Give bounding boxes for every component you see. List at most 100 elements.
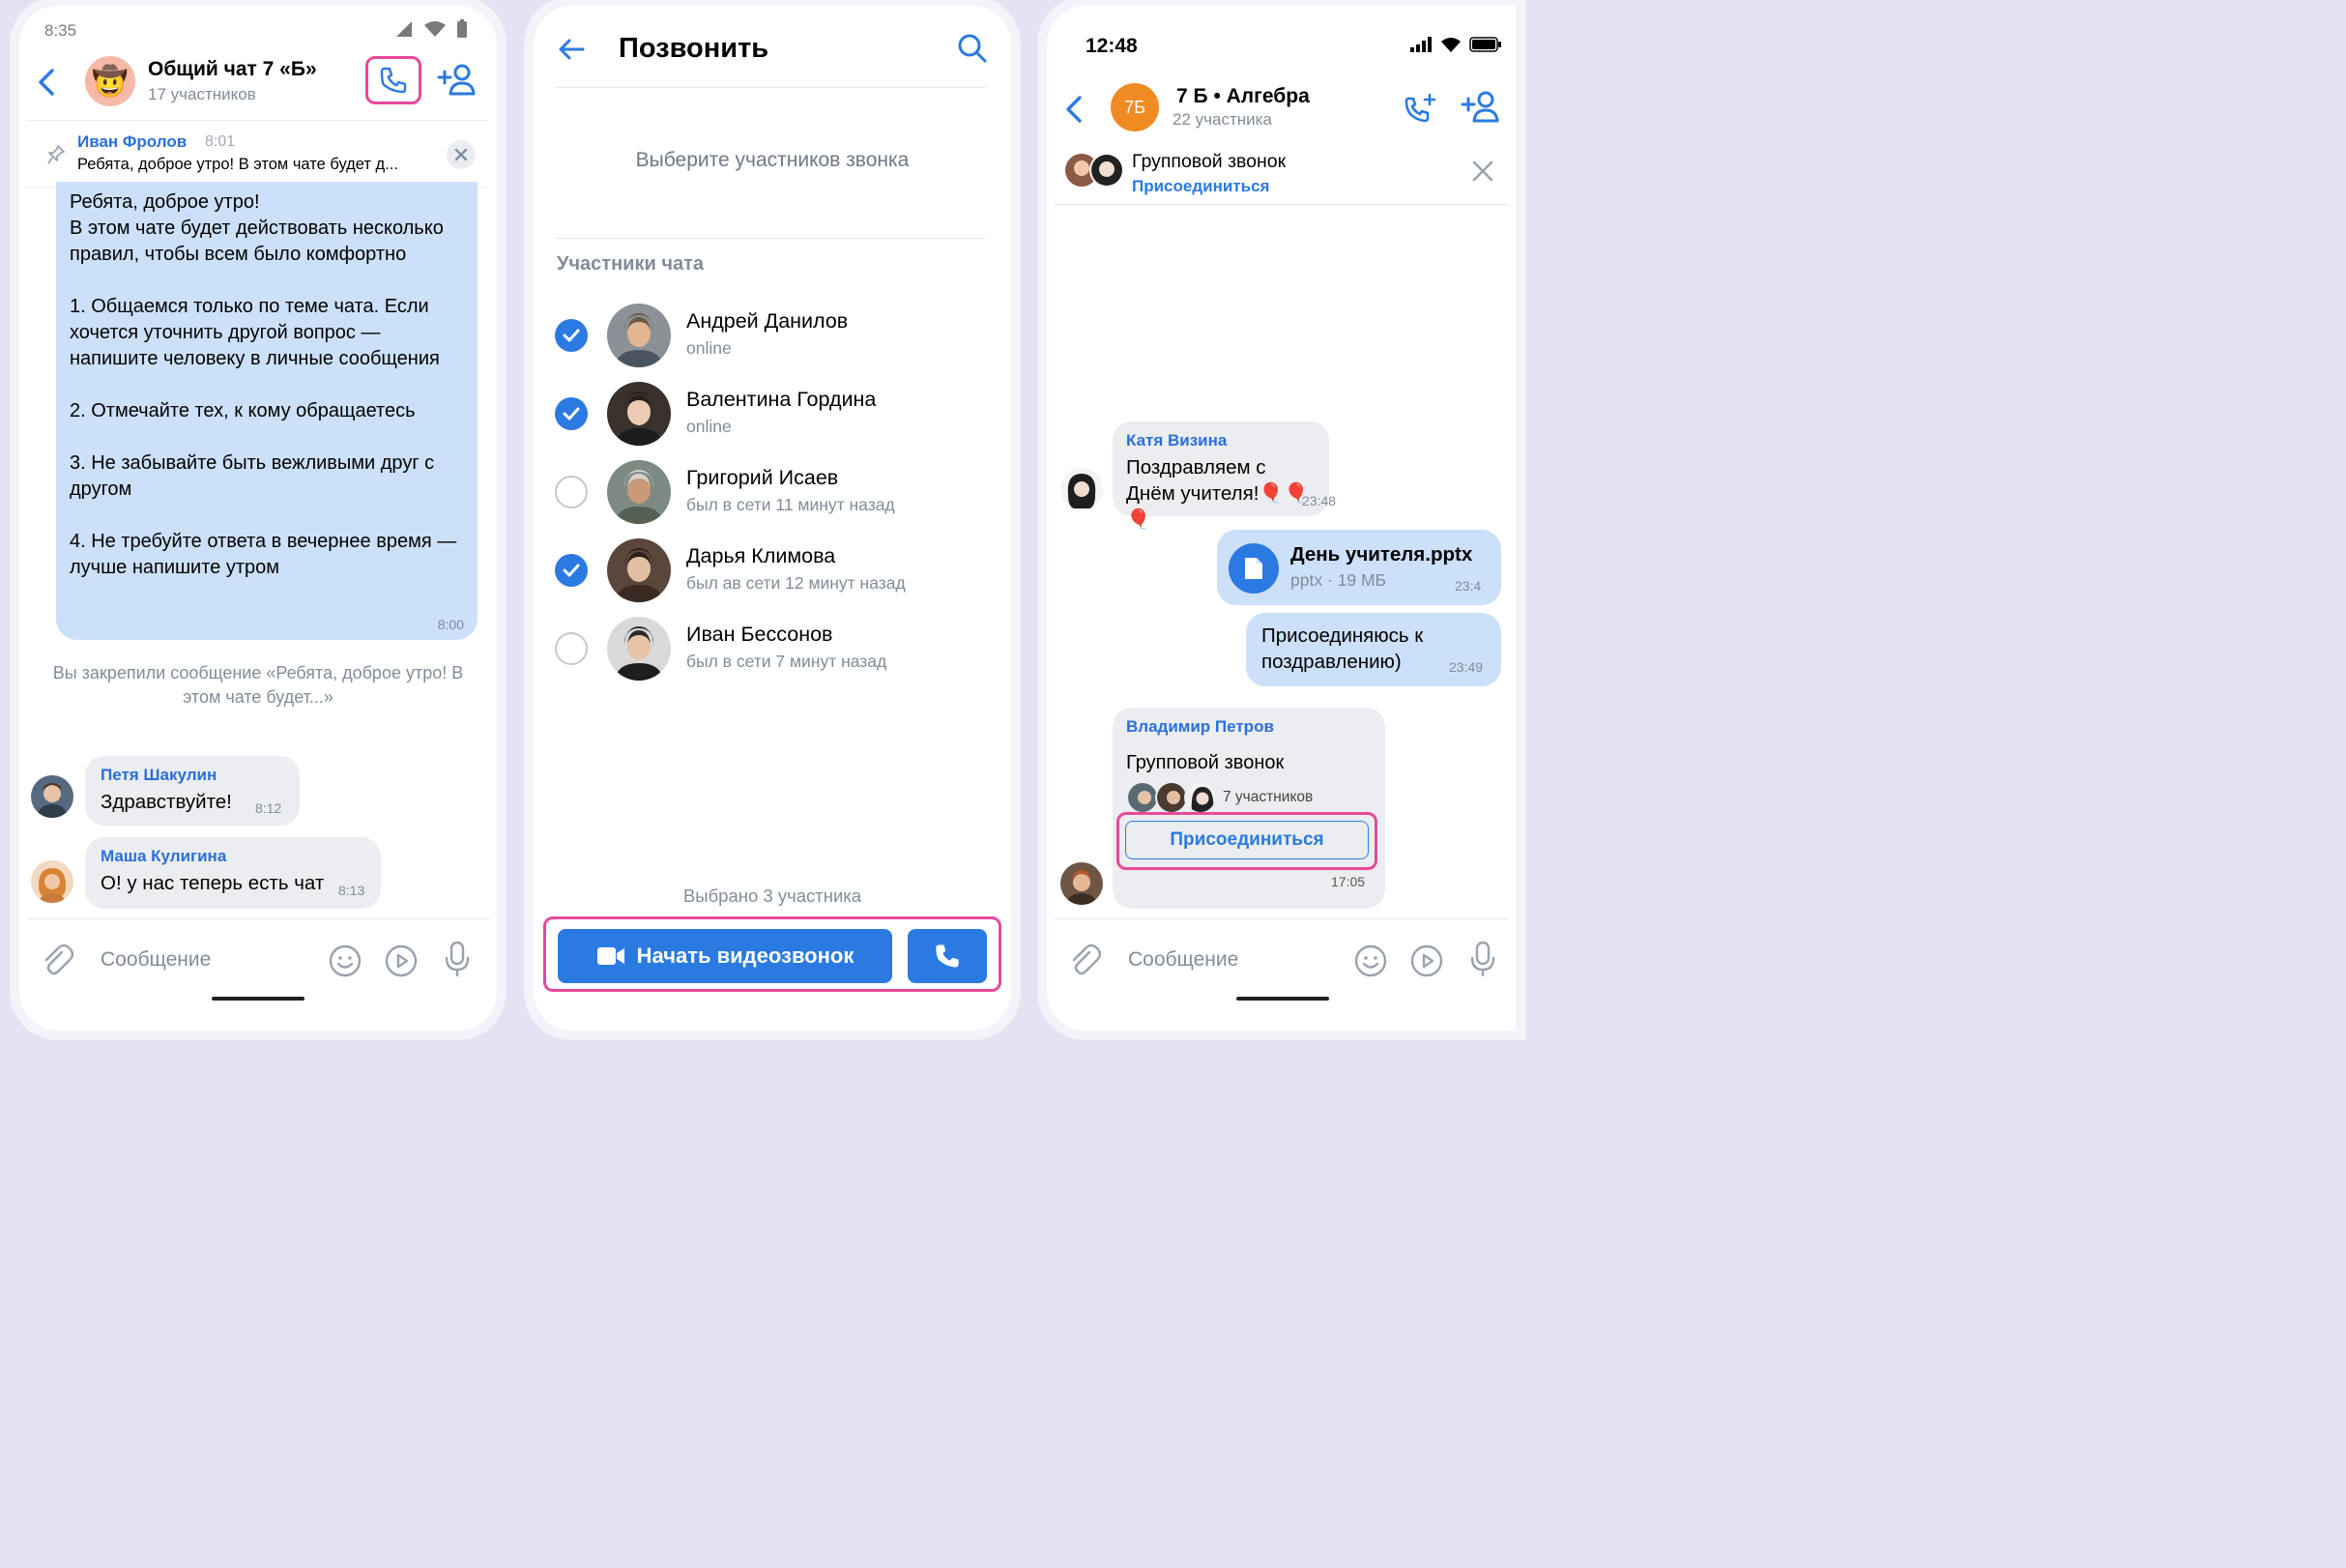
chat-screen: 8:35 🤠 Общий чат 7 «Б» 17 участников Ива…	[19, 6, 497, 1031]
message-input-bar: Сообщение	[27, 918, 489, 1000]
divider	[555, 238, 986, 239]
wifi-icon	[1441, 38, 1461, 52]
attach-icon[interactable]	[1068, 943, 1101, 977]
status-icons	[1409, 37, 1502, 52]
join-call-button[interactable]: Присоединиться	[1125, 821, 1369, 859]
search-button[interactable]	[957, 33, 988, 69]
add-call-button[interactable]	[1403, 91, 1437, 131]
message-time: 8:12	[255, 800, 282, 816]
contact-row[interactable]: Андрей Данилов online	[534, 302, 1011, 379]
start-video-call-button[interactable]: Начать видеозвонок	[558, 929, 892, 983]
contact-status: online	[686, 338, 732, 358]
search-icon	[958, 34, 987, 63]
microphone-icon[interactable]	[445, 941, 470, 977]
message-input[interactable]: Сообщение	[1128, 948, 1238, 972]
avatar	[1126, 781, 1159, 814]
avatar[interactable]	[1060, 468, 1103, 510]
banner-join-link[interactable]: Присоединиться	[1132, 177, 1269, 196]
checkbox-checked[interactable]	[555, 397, 588, 430]
emoji-icon[interactable]	[329, 944, 362, 977]
wifi-icon	[424, 21, 446, 37]
play-icon[interactable]	[385, 944, 418, 977]
avatar[interactable]	[31, 775, 73, 818]
pinned-message-bar[interactable]: Иван Фролов 8:01 Ребята, доброе утро! В …	[27, 120, 489, 188]
message-text: Присоединяюсь к поздравлению)	[1261, 624, 1424, 673]
back-button[interactable]	[35, 68, 60, 102]
avatar	[607, 460, 671, 524]
message-input[interactable]: Сообщение	[101, 948, 211, 972]
add-user-icon	[1461, 91, 1499, 123]
message-text: Здравствуйте!	[101, 791, 232, 813]
file-message-bubble[interactable]: День учителя.pptx pptx · 19 МБ 23:4	[1217, 530, 1501, 605]
add-member-button[interactable]	[437, 62, 476, 102]
divider	[555, 87, 986, 88]
chat-members-count: 22 участника	[1173, 110, 1272, 129]
pin-icon	[47, 145, 65, 164]
start-audio-call-button[interactable]	[908, 929, 987, 983]
checkbox-unchecked[interactable]	[555, 476, 588, 508]
message-bubble[interactable]: Присоединяюсь к поздравлению) 23:49	[1246, 613, 1501, 686]
message-text: Ребята, доброе утро! В этом чате будет д…	[70, 191, 457, 578]
active-call-banner[interactable]: Групповой звонок Присоединиться	[1055, 145, 1509, 205]
message-time: 8:13	[338, 883, 365, 898]
phone-plus-icon	[1405, 93, 1436, 123]
message-author[interactable]: Владимир Петров	[1126, 717, 1274, 737]
checkbox-unchecked[interactable]	[555, 632, 588, 665]
avatar[interactable]	[1060, 862, 1103, 905]
avatar[interactable]	[31, 860, 73, 903]
pinned-message-bubble[interactable]: Ребята, доброе утро! В этом чате будет д…	[56, 182, 478, 640]
message-bubble[interactable]: Петя Шакулин Здравствуйте! 8:12	[85, 756, 300, 826]
call-button[interactable]	[365, 56, 421, 104]
call-participants-avatars	[1064, 151, 1128, 189]
phone-icon	[936, 944, 959, 968]
message-time: 23:4	[1455, 578, 1482, 594]
group-call-card[interactable]: Владимир Петров Групповой звонок 7 участ…	[1113, 708, 1385, 909]
checkbox-checked[interactable]	[555, 319, 588, 352]
message-time: 23:49	[1449, 659, 1484, 675]
checkmark-icon	[563, 407, 580, 421]
status-time: 12:48	[1086, 35, 1138, 57]
system-message: Вы закрепили сообщение «Ребята, доброе у…	[52, 663, 464, 707]
add-member-button[interactable]	[1461, 89, 1499, 129]
avatar	[607, 617, 671, 681]
close-icon	[454, 148, 468, 161]
section-header: Участники чата	[557, 253, 704, 275]
close-icon	[1472, 160, 1493, 182]
phone-icon	[380, 67, 407, 94]
contact-row[interactable]: Дарья Климова был ав сети 12 минут назад	[534, 537, 1011, 614]
checkmark-icon	[563, 329, 580, 342]
call-card-title: Групповой звонок	[1126, 752, 1285, 773]
message-bubble[interactable]: Маша Кулигина О! у нас теперь есть чат 8…	[85, 837, 381, 909]
attach-icon[interactable]	[41, 943, 73, 977]
chat-title[interactable]: Общий чат 7 «Б»	[148, 58, 317, 81]
message-time: 23:48	[1302, 493, 1337, 508]
contact-row[interactable]: Валентина Гордина online	[534, 380, 1011, 457]
group-call-chat-screen: 12:48 7Б 7 Б • Алгебра 22 участника Груп…	[1047, 6, 1516, 1031]
chat-avatar[interactable]: 🤠	[85, 56, 135, 106]
message-bubble[interactable]: Катя Визина Поздравляем с Днём учителя!🎈…	[1113, 421, 1336, 531]
message-time: 17:05	[1331, 874, 1366, 889]
file-button[interactable]	[1229, 543, 1279, 594]
avatar	[607, 538, 671, 602]
chat-title[interactable]: 7 Б • Алгебра	[1176, 85, 1310, 108]
banner-close-button[interactable]	[1472, 160, 1493, 187]
contact-row[interactable]: Григорий Исаев был в сети 11 минут назад	[534, 458, 1011, 536]
message-author[interactable]: Петя Шакулин	[101, 766, 217, 785]
microphone-icon[interactable]	[1470, 941, 1495, 977]
pinned-author: Иван Фролов	[77, 132, 188, 151]
back-button[interactable]	[557, 35, 586, 69]
chat-avatar[interactable]: 7Б	[1111, 83, 1159, 131]
play-icon[interactable]	[1410, 944, 1443, 977]
message-author[interactable]: Катя Визина	[1126, 431, 1227, 450]
contact-row[interactable]: Иван Бессонов был в сети 7 минут назад	[534, 615, 1011, 692]
checkbox-checked[interactable]	[555, 554, 588, 587]
checkmark-icon	[563, 564, 580, 577]
unpin-button[interactable]	[447, 140, 476, 169]
emoji-icon[interactable]	[1354, 944, 1387, 977]
message-text: О! у нас теперь есть чат	[101, 872, 325, 894]
pinned-preview: Ребята, доброе утро! В этом чате будет д…	[77, 156, 398, 173]
message-author[interactable]: Маша Кулигина	[101, 847, 226, 866]
message-text: Поздравляем с Днём учителя!🎈🎈🎈	[1126, 456, 1309, 531]
back-button[interactable]	[1062, 95, 1087, 129]
file-name[interactable]: День учителя.pptx	[1290, 543, 1472, 566]
